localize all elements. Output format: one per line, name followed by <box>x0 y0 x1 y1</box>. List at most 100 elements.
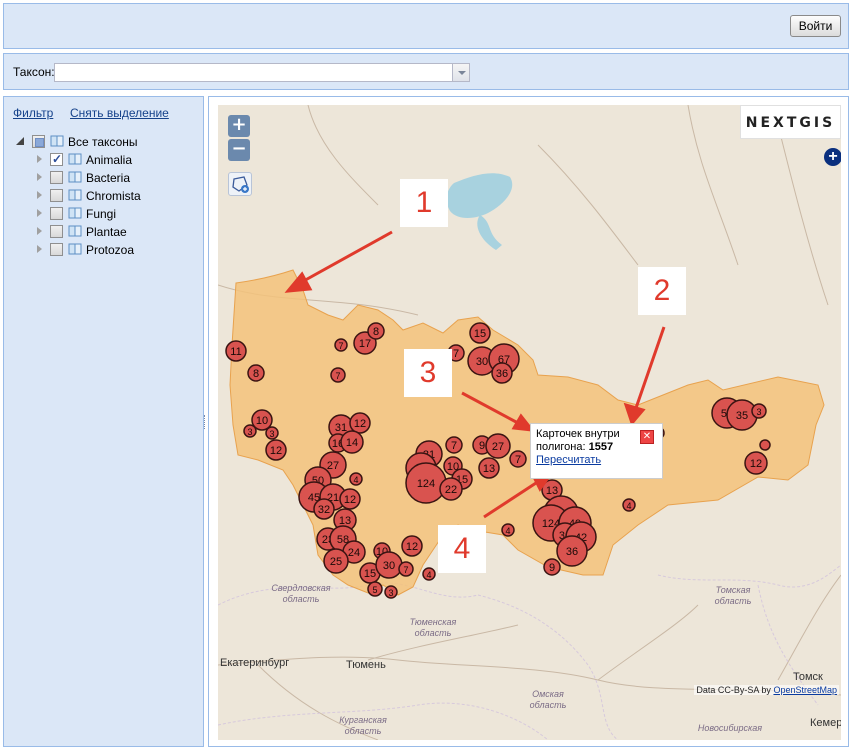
callout-4: 4 <box>438 525 486 573</box>
cluster-count: 25 <box>330 556 342 568</box>
cluster-count: 7 <box>338 341 343 351</box>
book-icon <box>68 242 82 256</box>
cluster-count: 12 <box>354 418 366 430</box>
cluster-count: 3 <box>247 427 252 437</box>
cluster-count: 24 <box>348 547 360 559</box>
cluster-count: 8 <box>253 368 259 380</box>
cluster-count: 36 <box>496 368 508 380</box>
header-bar: Войти <box>3 3 849 49</box>
tree-node-label: Chromista <box>86 189 141 203</box>
cluster-count: 124 <box>417 478 435 490</box>
tree-checkbox[interactable] <box>50 152 63 166</box>
city-label: Томск <box>793 671 823 683</box>
map[interactable]: 11 8 17 8 7 7 15 7 30 67 36 10 3 3 12 31 12 16 14 27 50 45 21 1… <box>218 105 841 740</box>
collapse-triangle-icon[interactable] <box>34 226 44 236</box>
nextgis-logo: NEXTGIS <box>740 105 841 139</box>
tree-node-label: Plantae <box>86 225 127 239</box>
chevron-down-icon[interactable] <box>452 64 469 81</box>
tree-node-label: Fungi <box>86 207 117 221</box>
callout-3: 3 <box>404 349 452 397</box>
login-button[interactable]: Войти <box>790 15 841 37</box>
cluster-count: 3 <box>269 429 274 439</box>
cluster-count: 10 <box>256 415 268 427</box>
book-icon <box>68 170 82 184</box>
region-label: Курганская область <box>339 715 387 736</box>
zoom-out-button[interactable]: − <box>228 139 250 161</box>
popup-count-label: полигона: <box>536 441 586 453</box>
polygon-info-popup: Карточек внутри полигона: 1557 Пересчита… <box>530 423 663 479</box>
tree-checkbox[interactable] <box>50 189 63 202</box>
tree-checkbox[interactable] <box>50 171 63 184</box>
cluster-count: 32 <box>318 504 330 516</box>
region-label: Омская область <box>529 689 567 710</box>
city-label: Кемер <box>810 717 841 729</box>
collapse-triangle-icon[interactable] <box>34 244 44 254</box>
cluster-count: 5 <box>372 585 377 595</box>
book-icon <box>68 224 82 238</box>
collapse-triangle-icon[interactable] <box>34 154 44 164</box>
cluster-marker[interactable] <box>759 439 771 451</box>
cluster-count: 3 <box>388 588 393 598</box>
tree-checkbox[interactable] <box>50 207 63 220</box>
popup-line-1: Карточек внутри <box>536 428 620 440</box>
tree-node-label: Protozoa <box>86 243 135 257</box>
filter-link[interactable]: Фильтр <box>13 106 53 120</box>
river-bay <box>477 215 502 250</box>
cluster-count: 22 <box>445 484 457 496</box>
callout-2: 2 <box>638 267 686 315</box>
tree-checkbox[interactable] <box>50 243 63 256</box>
popup-count: 1557 <box>588 441 614 453</box>
tree-checkbox[interactable] <box>50 225 63 238</box>
cluster-count: 4 <box>505 526 510 536</box>
city-label: Екатеринбург <box>220 657 290 669</box>
tree-node-label: Bacteria <box>86 171 131 185</box>
book-icon <box>68 188 82 202</box>
taxon-filter-bar: Таксон: <box>3 53 849 90</box>
recalculate-link[interactable]: Пересчитать <box>536 454 601 466</box>
cluster-count: 9 <box>549 562 555 574</box>
cluster-count: 35 <box>736 410 748 422</box>
cluster-count: 27 <box>492 441 504 453</box>
cluster-count: 4 <box>353 475 358 485</box>
cluster-count: 4 <box>626 501 631 511</box>
layers-plus-icon[interactable]: + <box>824 148 841 166</box>
panel-splitter[interactable] <box>204 415 207 429</box>
region-label: Томская область <box>714 585 752 606</box>
cluster-count: 7 <box>335 371 340 381</box>
region-label: Тюменская область <box>409 617 457 638</box>
polygon-select-icon[interactable] <box>228 172 252 196</box>
cluster-count: 7 <box>453 348 459 360</box>
osm-link[interactable]: OpenStreetMap <box>773 685 837 695</box>
cluster-count: 4 <box>426 570 431 580</box>
cluster-count: 15 <box>474 328 486 340</box>
region-label: Свердловская область <box>271 583 331 604</box>
cluster-count: 17 <box>359 338 371 350</box>
city-label: Тюмень <box>346 659 386 671</box>
expand-triangle-icon[interactable] <box>16 136 26 146</box>
taxon-label: Таксон: <box>13 65 55 79</box>
taxon-combobox[interactable] <box>54 63 470 82</box>
map-panel: 11 8 17 8 7 7 15 7 30 67 36 10 3 3 12 31 12 16 14 27 50 45 21 1… <box>208 96 849 747</box>
book-icon <box>50 134 64 148</box>
cluster-count: 9 <box>479 440 485 452</box>
close-icon[interactable]: ✕ <box>640 430 654 444</box>
book-icon <box>68 152 82 166</box>
book-icon <box>68 206 82 220</box>
collapse-triangle-icon[interactable] <box>34 172 44 182</box>
cluster-count: 15 <box>364 568 376 580</box>
cluster-count: 7 <box>515 454 521 466</box>
cluster-count: 13 <box>546 485 558 497</box>
tree-checkbox[interactable] <box>32 135 45 148</box>
cluster-count: 7 <box>451 440 457 452</box>
cluster-count: 30 <box>383 560 395 572</box>
collapse-triangle-icon[interactable] <box>34 190 44 200</box>
cluster-count: 27 <box>327 460 339 472</box>
taxon-input[interactable] <box>55 64 452 81</box>
cluster-count: 31 <box>335 422 347 434</box>
region-label: Новосибирская <box>697 723 763 733</box>
cluster-count: 12 <box>270 445 282 457</box>
collapse-triangle-icon[interactable] <box>34 208 44 218</box>
cluster-count: 13 <box>339 515 351 527</box>
clear-selection-link[interactable]: Снять выделение <box>70 106 169 120</box>
zoom-in-button[interactable]: + <box>228 115 250 137</box>
